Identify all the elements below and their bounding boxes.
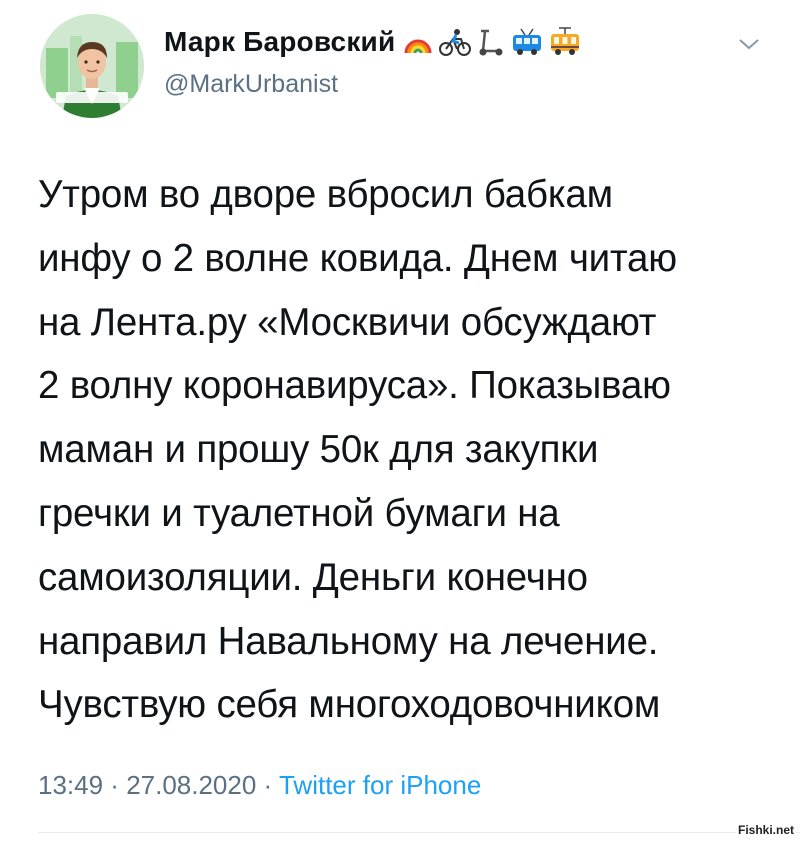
- avatar-image: [40, 14, 144, 118]
- user-handle[interactable]: @MarkUrbanist: [164, 70, 338, 99]
- chevron-down-icon[interactable]: [738, 36, 760, 52]
- tweet-text: Утром во дворе вбросил бабкам инфу о 2 в…: [38, 173, 677, 727]
- avatar[interactable]: [40, 14, 144, 118]
- meta-separator: ·: [256, 770, 279, 800]
- trolleybus-icon: [513, 28, 542, 55]
- tweet-card: Марк Баровский @MarkUrbanist Утром во дв…: [0, 0, 800, 841]
- name-row: Марк Баровский: [164, 26, 581, 58]
- scooter-icon: [479, 29, 503, 56]
- tweet-source-link[interactable]: Twitter for iPhone: [279, 770, 481, 800]
- tweet-time[interactable]: 13:49: [38, 770, 103, 800]
- tweet-meta: 13:49 · 27.08.2020 · Twitter for iPhone: [38, 770, 481, 801]
- name-emojis: [403, 27, 581, 57]
- cyclist-icon: [439, 29, 472, 56]
- divider: [38, 832, 800, 833]
- meta-separator: ·: [103, 770, 127, 800]
- tweet-date[interactable]: 27.08.2020: [126, 770, 256, 800]
- tram-icon: [551, 27, 580, 55]
- display-name[interactable]: Марк Баровский: [164, 26, 395, 58]
- watermark: Fishki.net: [735, 823, 796, 837]
- rainbow-icon: [404, 39, 432, 54]
